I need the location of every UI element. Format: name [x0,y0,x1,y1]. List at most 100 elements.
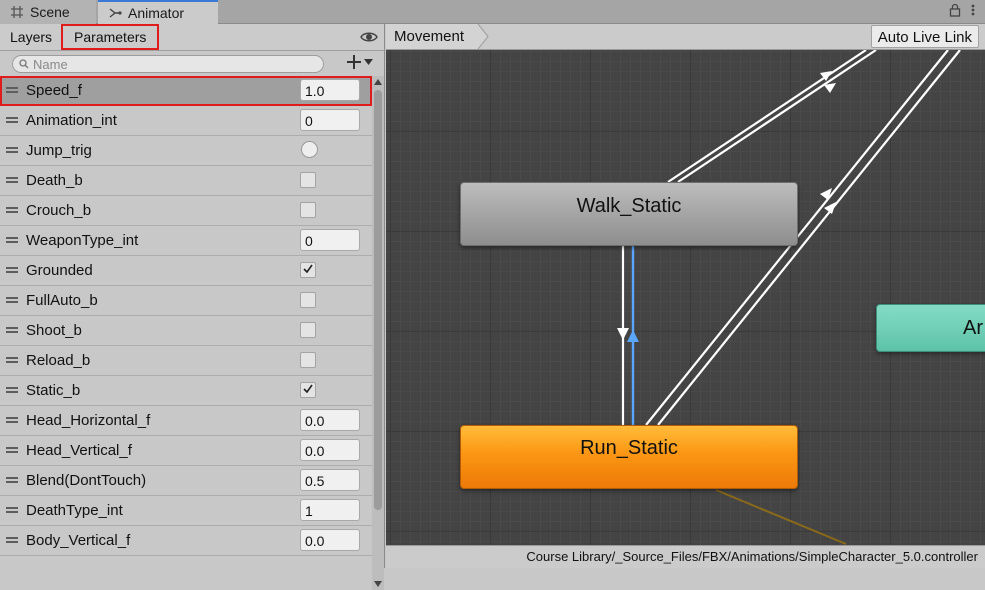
drag-handle-icon[interactable] [6,507,18,513]
drag-handle-icon[interactable] [6,237,18,243]
parameter-value-field[interactable] [300,109,360,131]
tab-scene[interactable]: Scene [0,0,96,24]
drag-handle-icon[interactable] [6,477,18,483]
drag-handle-icon[interactable] [6,177,18,183]
more-options-icon[interactable] [971,3,975,17]
parameter-name: Shoot_b [26,322,82,339]
parameter-row[interactable]: Static_b [0,376,372,406]
lock-icon[interactable] [949,3,961,17]
drag-handle-icon[interactable] [6,537,18,543]
drag-handle-icon[interactable] [6,87,18,93]
parameter-row[interactable]: FullAuto_b [0,286,372,316]
parameter-row[interactable]: DeathType_int [0,496,372,526]
arrow-head-icon [824,202,836,214]
parameter-checkbox[interactable] [300,202,316,218]
checkmark-icon [303,384,313,394]
controller-path-bar: Course Library/_Source_Files/FBX/Animati… [386,545,985,568]
parameter-row[interactable]: WeaponType_int [0,226,372,256]
drag-handle-icon[interactable] [6,327,18,333]
auto-live-link-button[interactable]: Auto Live Link [870,25,979,48]
breadcrumb-arrow [477,24,489,50]
parameter-row[interactable]: Animation_int [0,106,372,136]
scroll-down-arrow-icon[interactable] [374,580,382,588]
parameter-row[interactable]: Speed_f [0,76,372,106]
parameter-value-field[interactable] [300,499,360,521]
drag-handle-icon[interactable] [6,207,18,213]
parameter-row[interactable]: Grounded [0,256,372,286]
parameter-trigger-button[interactable] [301,141,318,158]
parameter-name: Head_Horizontal_f [26,412,151,429]
parameter-row[interactable]: Crouch_b [0,196,372,226]
drag-handle-icon[interactable] [6,357,18,363]
parameter-name: Jump_trig [26,142,92,159]
transition-walk-to-upper-b[interactable] [677,49,877,183]
parameter-row[interactable]: Blend(DontTouch) [0,466,372,496]
tab-parameters[interactable]: Parameters [61,24,160,50]
parameter-list-scrollbar[interactable] [372,76,384,590]
parameter-name: Animation_int [26,112,117,129]
arrow-head-icon [820,188,832,200]
tab-scene-label: Scene [30,4,70,20]
parameter-value-field[interactable] [300,529,360,551]
parameter-name: DeathType_int [26,502,123,519]
checkmark-icon [303,264,313,274]
tab-layers[interactable]: Layers [0,25,60,49]
search-input[interactable] [29,56,313,72]
search-box [12,55,324,73]
scroll-up-arrow-icon[interactable] [374,78,382,86]
parameter-name: WeaponType_int [26,232,139,249]
parameter-checkbox[interactable] [300,352,316,368]
controller-file-path: Course Library/_Source_Files/FBX/Animati… [526,549,978,564]
drag-handle-icon[interactable] [6,117,18,123]
transition-run-to-exit[interactable] [715,489,847,545]
parameter-row[interactable]: Head_Horizontal_f [0,406,372,436]
graph-toolbar: Movement Auto Live Link [386,24,985,50]
caret-down-icon [364,59,373,65]
plus-icon [347,55,361,69]
parameter-name: Head_Vertical_f [26,442,132,459]
parameter-name: Blend(DontTouch) [26,472,147,489]
parameter-checkbox[interactable] [300,292,316,308]
parameter-value-field[interactable] [300,229,360,251]
drag-handle-icon[interactable] [6,147,18,153]
arrow-head-icon [617,328,629,340]
parameter-name: Body_Vertical_f [26,532,131,549]
parameter-row[interactable]: Death_b [0,166,372,196]
parameter-value-field[interactable] [300,469,360,491]
parameter-name: FullAuto_b [26,292,98,309]
parameter-value-field[interactable] [300,439,360,461]
transition-walk-to-upper-a[interactable] [667,49,867,183]
panel-subtabs: Layers Parameters [0,24,384,51]
parameter-row[interactable]: Shoot_b [0,316,372,346]
parameter-value-field[interactable] [300,79,360,101]
tab-animator-label: Animator [128,5,185,21]
animator-icon [109,8,122,18]
parameter-row[interactable]: Reload_b [0,346,372,376]
window-controls [949,3,975,17]
add-parameter-button[interactable] [346,54,373,70]
eye-icon[interactable] [360,28,378,46]
parameter-row[interactable]: Head_Vertical_f [0,436,372,466]
animator-graph[interactable]: Walk_Static Run_Static Ar Movement Auto … [386,24,985,568]
grid-icon [11,6,23,18]
state-run-static[interactable]: Run_Static [460,425,798,489]
parameter-checkbox[interactable] [300,382,316,398]
scrollbar-thumb[interactable] [374,90,382,510]
parameter-value-field[interactable] [300,409,360,431]
drag-handle-icon[interactable] [6,387,18,393]
parameter-checkbox[interactable] [300,322,316,338]
parameter-name: Static_b [26,382,81,399]
parameter-row[interactable]: Body_Vertical_f [0,526,372,556]
state-walk-static[interactable]: Walk_Static [460,182,798,246]
drag-handle-icon[interactable] [6,417,18,423]
parameter-checkbox[interactable] [300,262,316,278]
drag-handle-icon[interactable] [6,267,18,273]
tab-animator[interactable]: Animator [98,0,218,24]
parameter-checkbox[interactable] [300,172,316,188]
drag-handle-icon[interactable] [6,297,18,303]
parameter-row[interactable]: Jump_trig [0,136,372,166]
drag-handle-icon[interactable] [6,447,18,453]
state-partial-label: Ar [963,317,983,339]
state-partial[interactable]: Ar [876,304,985,352]
parameter-name: Crouch_b [26,202,92,219]
